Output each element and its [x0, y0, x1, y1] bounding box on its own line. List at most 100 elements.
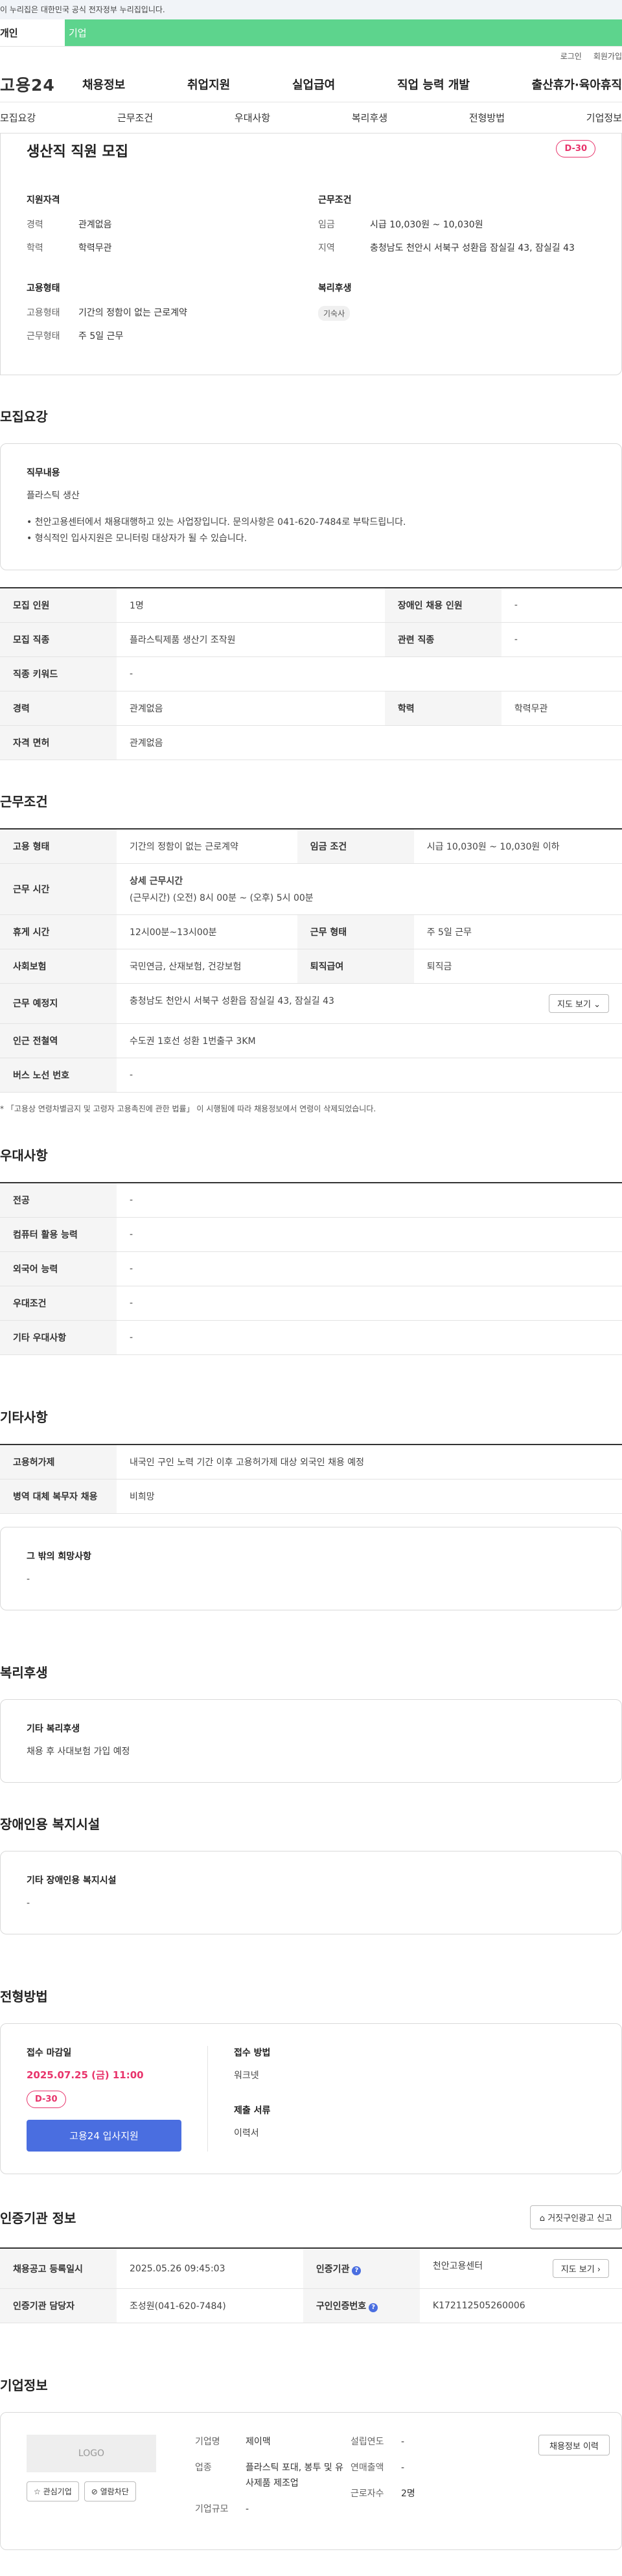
- duty-heading: 직무내용: [27, 468, 60, 478]
- auth-section-title: 인증기관 정보: [0, 2210, 76, 2227]
- help-icon[interactable]: ?: [352, 2266, 362, 2275]
- gnb-item-training[interactable]: 직업 능력 개발: [397, 76, 470, 93]
- signup-link[interactable]: 회원가입: [593, 47, 622, 66]
- summary-employment: 고용형태 고용형태 기간의 정함이 없는 근로계약 근무형태 주 5일 근무: [27, 281, 318, 353]
- welfare-chip: 기숙사: [318, 306, 351, 321]
- tab-selection[interactable]: 전형방법: [469, 111, 505, 124]
- gnb-item-jobs[interactable]: 채용정보: [82, 76, 125, 93]
- help-icon[interactable]: ?: [369, 2303, 378, 2313]
- table-cell: -: [117, 1182, 622, 1218]
- deadline-heading: 접수 마감일: [27, 2048, 72, 2059]
- corp-logo-placeholder: LOGO: [27, 2435, 156, 2473]
- job-title: 생산직 직원 모집: [27, 144, 128, 160]
- table-cell: 시급 10,030원 ~ 10,030원 이하: [413, 828, 622, 864]
- disabled-section-title: 장애인용 복지시설: [0, 1816, 100, 1832]
- table-header: 버스 노선 번호: [0, 1058, 117, 1093]
- tab-company[interactable]: 기업정보: [586, 111, 622, 124]
- table-cell: -: [117, 1217, 622, 1252]
- gnb-item-employment-support[interactable]: 취업지원: [187, 76, 230, 93]
- map-view-button[interactable]: 지도 보기 ⌄: [549, 993, 609, 1013]
- table-row: 근무 시간 상세 근무시간 (근무시간) (오전) 8시 00분 ~ (오후) …: [0, 863, 622, 915]
- site-logo[interactable]: 고용24: [0, 73, 82, 96]
- table-row: 채용공고 등록일시 2025.05.26 09:45:03 인증기관? 천안고용센…: [0, 2248, 622, 2290]
- table-row: 우대조건 -: [0, 1286, 622, 1321]
- method-panel: 접수 방법 워크넷 제출 서류 이력서: [208, 2046, 595, 2152]
- table-header: 퇴직급여: [297, 949, 414, 984]
- area-label: 지역: [318, 243, 335, 253]
- utility-links: 로그인 회원가입: [0, 47, 622, 66]
- table-row: 외국어 능력 -: [0, 1251, 622, 1286]
- table-cell: 2025.05.26 09:45:03: [117, 2248, 303, 2290]
- table-cell: K172112505260006: [419, 2288, 622, 2324]
- corp-staff-label: 근로자수: [351, 2488, 384, 2499]
- table-row: 휴게 시간 12시00분~13시00분 근무 형태 주 5일 근무: [0, 914, 622, 949]
- wish-heading: 그 밖의 희망사항: [27, 1551, 91, 1562]
- education-value: 학력무관: [78, 243, 112, 253]
- deadline-panel: 접수 마감일 2025.07.25 (금) 11:00 D-30 고용24 입사…: [27, 2046, 208, 2152]
- table-row: 사회보험 국민연금, 산재보험, 건강보험 퇴직급여 퇴직금: [0, 949, 622, 984]
- table-cell: 비희망: [117, 1479, 622, 1514]
- work-section-title: 근무조건: [0, 793, 48, 809]
- favorite-company-button[interactable]: ☆ 관심기업: [27, 2481, 79, 2502]
- table-cell: 충청남도 천안시 서북구 성환읍 잠실길 43, 잠실길 43 지도 보기 ⌄: [117, 983, 622, 1024]
- work-time-value: (근무시간) (오전) 8시 00분 ~ (오후) 5시 00분: [130, 892, 314, 903]
- tab-recruit[interactable]: 모집요강: [0, 111, 36, 124]
- table-row: 경력 관계없음 학력 학력무관: [0, 691, 622, 726]
- gnb-item-leave[interactable]: 출산휴가·육아휴직: [532, 76, 622, 93]
- table-header: 경력: [0, 691, 117, 726]
- corp-industry-value: 플라스틱 포대, 봉투 및 유사제품 제조업: [246, 2462, 344, 2489]
- etc-table: 고용허가제 내국인 구인 노력 기간 이후 고용허가제 대상 외국인 채용 예정 …: [0, 1443, 622, 1514]
- org-map-button[interactable]: 지도 보기 ›: [552, 2259, 609, 2279]
- corp-fields: 기업명 제이맥 업종 플라스틱 포대, 봉투 및 유사제품 제조업 기업규모 - 설립…: [195, 2435, 500, 2527]
- corp-name-label: 기업명: [195, 2437, 220, 2448]
- table-cell: 상세 근무시간 (근무시간) (오전) 8시 00분 ~ (오후) 5시 00분: [117, 863, 622, 915]
- gnb-item-unemployment-benefit[interactable]: 실업급여: [292, 76, 335, 93]
- tab-corporate[interactable]: 기업: [65, 19, 622, 46]
- wish-value: -: [27, 1573, 30, 1584]
- corp-box: LOGO ☆ 관심기업 ⊘ 열람차단 기업명 제이맥 업종 플라스틱 포대, 봉투 …: [0, 2412, 622, 2551]
- benefit-section-title: 복리후생: [0, 1664, 48, 1680]
- table-row: 인근 전철역 수도권 1호선 성환 1번출구 3KM: [0, 1023, 622, 1058]
- table-row: 모집 직종 플라스틱제품 생산기 조작원 관련 직종 -: [0, 622, 622, 657]
- table-cell: 기간의 정함이 없는 근로계약: [117, 828, 297, 864]
- table-cell: -: [117, 1320, 622, 1355]
- wish-box: 그 밖의 희망사항 -: [0, 1526, 622, 1610]
- corp-year-value: -: [401, 2437, 405, 2448]
- wage-value: 시급 10,030원 ~ 10,030원: [370, 220, 483, 230]
- duty-bullet-2: • 형식적인 입사지원은 모니터링 대상자가 될 수 있습니다.: [27, 533, 248, 544]
- block-company-button[interactable]: ⊘ 열람차단: [84, 2481, 136, 2502]
- duty-value: 플라스틱 생산: [27, 491, 80, 501]
- login-link[interactable]: 로그인: [560, 47, 582, 66]
- benefit-box: 기타 복리후생 채용 후 사대보험 가입 예정: [0, 1699, 622, 1783]
- gov-notice-bar: 이 누리집은 대한민국 공식 전자정부 누리집입니다.: [0, 0, 622, 19]
- tab-personal[interactable]: 개인: [0, 19, 65, 46]
- table-header: 인근 전철역: [0, 1023, 117, 1058]
- recruit-history-button[interactable]: 채용정보 이력: [538, 2435, 610, 2456]
- deadline-value: 2025.07.25 (금) 11:00: [27, 2069, 144, 2082]
- worktype-value: 주 5일 근무: [78, 331, 124, 342]
- corp-section-title: 기업정보: [0, 2378, 48, 2394]
- report-false-ad-button[interactable]: ⌂ 거짓구인광고 신고: [529, 2205, 622, 2230]
- table-header: 근무 예정지: [0, 983, 117, 1024]
- summary-qualification: 지원자격 경력 관계없음 학력 학력무관: [27, 193, 318, 264]
- tab-work-conditions[interactable]: 근무조건: [117, 111, 153, 124]
- tab-benefits[interactable]: 복리후생: [352, 111, 387, 124]
- apply-button[interactable]: 고용24 입사지원: [27, 2120, 181, 2152]
- duty-box: 직무내용 플라스틱 생산 • 천안고용센터에서 채용대행하고 있는 사업장입니다…: [0, 443, 622, 570]
- table-cell: 1명: [117, 587, 385, 623]
- table-row: 병역 대체 복무자 채용 비희망: [0, 1479, 622, 1514]
- table-row: 근무 예정지 충청남도 천안시 서북구 성환읍 잠실길 43, 잠실길 43 지…: [0, 983, 622, 1024]
- table-header: 근무 시간: [0, 863, 117, 915]
- table-row: 고용허가제 내국인 구인 노력 기간 이후 고용허가제 대상 외국인 채용 예정: [0, 1444, 622, 1479]
- table-cell: 내국인 구인 노력 기간 이후 고용허가제 대상 외국인 채용 예정: [117, 1444, 622, 1479]
- worktype-label: 근무형태: [27, 331, 60, 342]
- corp-sales-label: 연매출액: [351, 2462, 384, 2473]
- table-cell: -: [117, 656, 622, 691]
- duty-bullet-1: • 천안고용센터에서 채용대행하고 있는 사업장입니다. 문의사항은 041-6…: [27, 517, 406, 528]
- report-label: 거짓구인광고 신고: [547, 2214, 612, 2224]
- pref-section-title: 우대사항: [0, 1147, 48, 1163]
- table-header: 구인인증번호?: [303, 2288, 420, 2324]
- tab-preferences[interactable]: 우대사항: [235, 111, 270, 124]
- table-cell: 관계없음: [117, 691, 385, 726]
- table-row: 컴퓨터 활용 능력 -: [0, 1217, 622, 1252]
